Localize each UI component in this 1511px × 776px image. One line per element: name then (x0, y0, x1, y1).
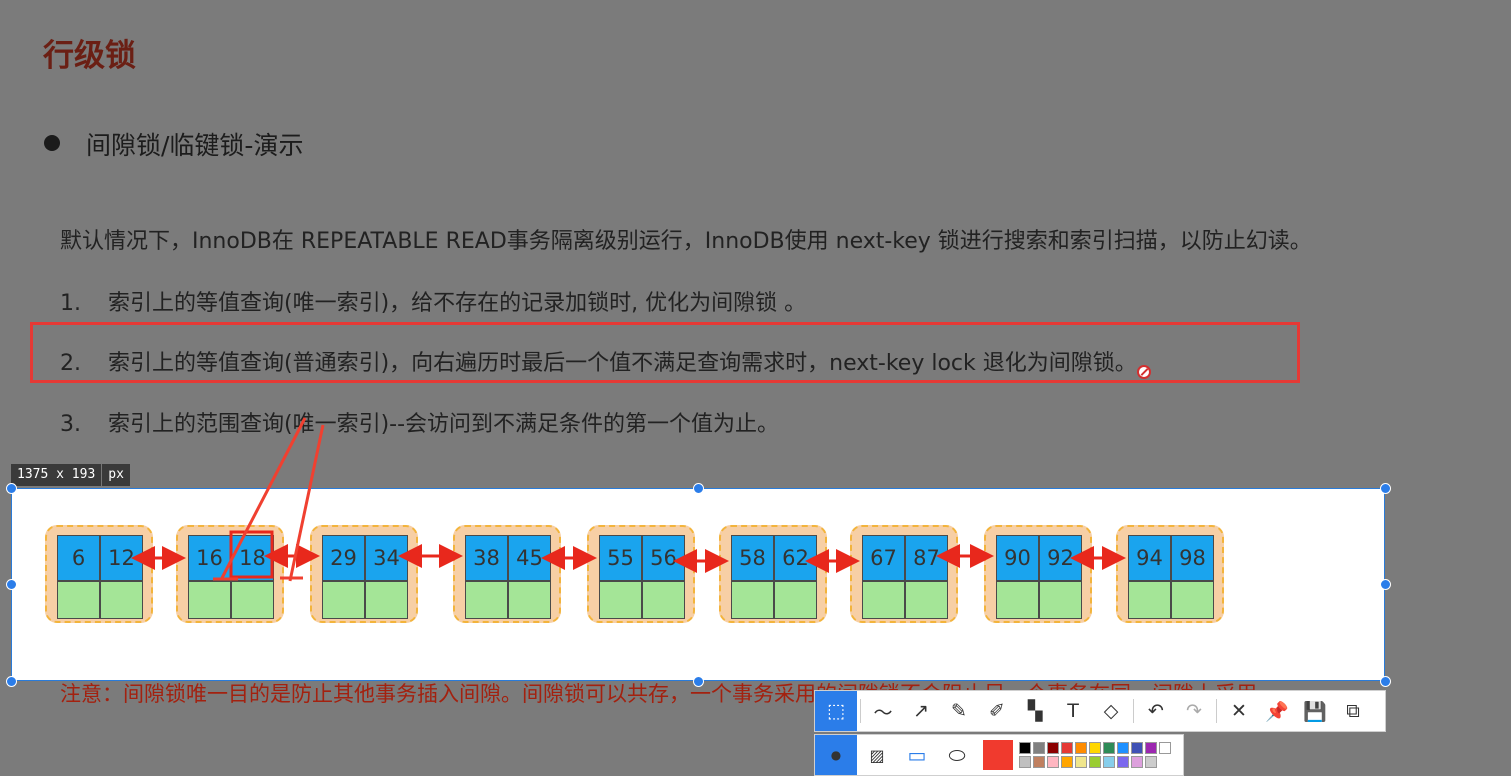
ellipse-shape-icon[interactable]: ⬭ (937, 735, 977, 775)
eraser-icon[interactable]: ◇ (1092, 691, 1130, 731)
pencil-icon[interactable]: ✎ (940, 691, 978, 731)
polyline-icon[interactable]: 〜 (864, 691, 902, 731)
color-swatch[interactable] (1061, 756, 1073, 768)
node-link-arrows (131, 544, 1126, 573)
color-swatch[interactable] (1159, 742, 1171, 754)
pointer-arrow (220, 417, 307, 579)
current-color-swatch[interactable] (983, 740, 1013, 770)
color-swatch[interactable] (1075, 742, 1087, 754)
rectangle-shape-icon[interactable]: ▭ (897, 735, 937, 775)
color-swatch[interactable] (1047, 756, 1059, 768)
color-swatch[interactable] (1019, 756, 1031, 768)
color-swatch[interactable] (1145, 742, 1157, 754)
color-swatch[interactable] (1117, 756, 1129, 768)
toolbar-divider (1133, 699, 1134, 723)
color-palette (1019, 742, 1171, 768)
shape-tool-icon[interactable]: ⬚ (815, 691, 857, 731)
annotation-toolbar: ⬚ 〜 ↗ ✎ ✐ ▚ T ◇ ↶ ↷ ✕ 📌 💾 ⧉ (814, 690, 1386, 732)
stroke-size-dot-icon[interactable]: ● (815, 735, 857, 775)
toolbar-divider (1216, 699, 1217, 723)
color-swatch[interactable] (1131, 742, 1143, 754)
hatch-fill-icon[interactable]: ▨ (857, 735, 897, 775)
color-swatch[interactable] (1033, 756, 1045, 768)
toolbar-divider (860, 699, 861, 723)
text-icon[interactable]: T (1054, 691, 1092, 731)
color-swatch[interactable] (1089, 756, 1101, 768)
arrow-icon[interactable]: ↗ (902, 691, 940, 731)
color-swatch[interactable] (1145, 756, 1157, 768)
marker-icon[interactable]: ✐ (978, 691, 1016, 731)
annotation-layer (131, 417, 1126, 582)
pointer-arrow (288, 424, 325, 582)
color-swatch[interactable] (1089, 742, 1101, 754)
color-swatch[interactable] (1103, 742, 1115, 754)
pin-icon[interactable]: 📌 (1258, 691, 1296, 731)
undo-icon[interactable]: ↶ (1137, 691, 1175, 731)
color-swatch[interactable] (1117, 742, 1129, 754)
color-swatch[interactable] (1103, 756, 1115, 768)
color-swatch[interactable] (1061, 742, 1073, 754)
color-swatch[interactable] (1033, 742, 1045, 754)
mosaic-icon[interactable]: ▚ (1016, 691, 1054, 731)
save-icon[interactable]: 💾 (1296, 691, 1334, 731)
close-icon[interactable]: ✕ (1220, 691, 1258, 731)
highlight-key-rect (229, 530, 274, 579)
color-swatch[interactable] (1047, 742, 1059, 754)
copy-icon[interactable]: ⧉ (1334, 691, 1372, 731)
color-swatch[interactable] (1131, 756, 1143, 768)
style-toolbar: ● ▨ ▭ ⬭ (814, 734, 1184, 776)
color-swatch[interactable] (1075, 756, 1087, 768)
redo-icon[interactable]: ↷ (1175, 691, 1213, 731)
color-swatch[interactable] (1019, 742, 1031, 754)
